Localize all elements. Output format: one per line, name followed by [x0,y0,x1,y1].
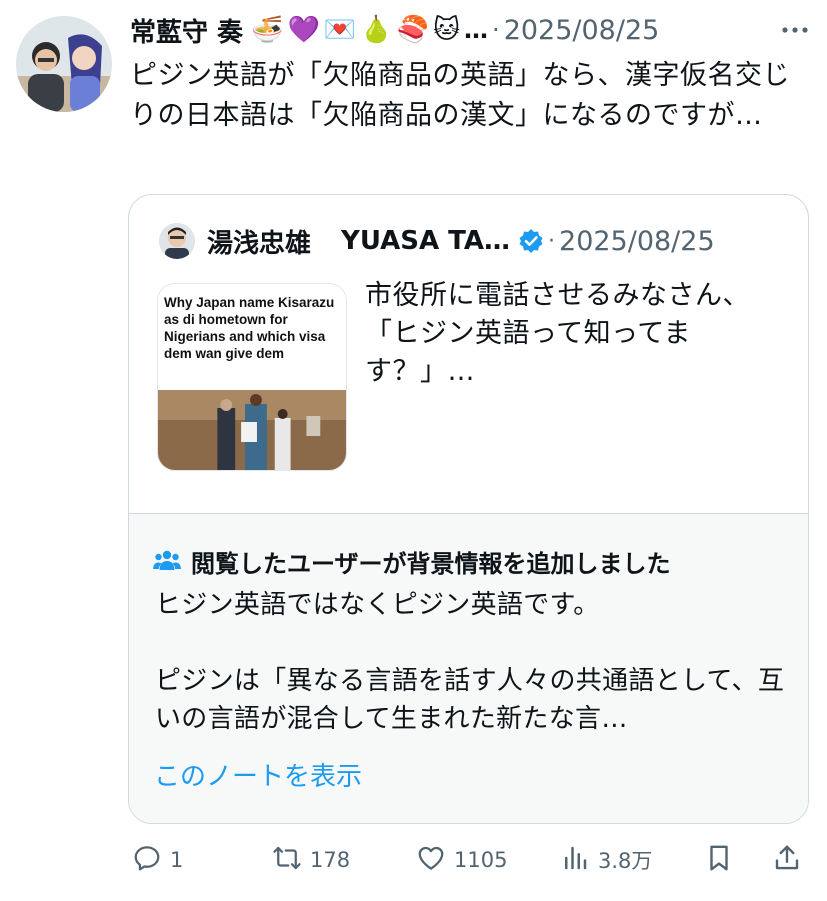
note-heading-text: 閲覧したユーザーが背景情報を追加しました [191,550,671,578]
quoted-author-name[interactable]: 湯浅忠雄 [207,223,311,260]
emoji-love-letter: 💌 [323,15,357,45]
action-bar: 1 178 1105 3.8万 [128,838,812,882]
media-photo [158,390,346,470]
bookmark-icon [704,843,734,877]
author-avatar[interactable] [16,16,112,112]
separator-dot: · [492,16,500,44]
post-header: 常藍守 奏 🍜 💜 💌 🍐 🍣 🐱 … · 2025/08/25 [130,10,813,50]
share-button[interactable] [772,838,802,882]
more-horizontal-icon[interactable] [777,12,813,48]
views-icon [560,843,590,877]
emoji-purple-heart: 💜 [287,15,320,45]
quoted-date[interactable]: 2025/08/25 [559,226,715,257]
quoted-separator-dot: · [548,228,556,254]
retweet-count: 178 [310,848,351,872]
heart-icon [416,843,446,877]
note-paragraph: ヒジン英語ではなくピジン英語です。 [155,590,600,620]
post-date[interactable]: 2025/08/25 [504,15,660,46]
quoted-header: 湯浅忠雄 YUASA TA… · 2025/08/25 [159,221,788,261]
reply-count: 1 [170,848,184,872]
verified-badge-icon [518,228,544,254]
emoji-sushi: 🍣 [396,15,429,45]
like-count: 1105 [454,848,508,872]
name-ellipsis: … [464,16,489,44]
author-name[interactable]: 常藍守 奏 [130,12,243,49]
reply-button[interactable]: 1 [132,838,183,882]
author-emojis: 🍜 💜 💌 🍐 🍣 🐱 [251,17,460,43]
views-button[interactable]: 3.8万 [560,838,652,882]
quoted-author-handle[interactable]: YUASA TA… [341,226,510,256]
note-paragraph: ピジンは「異なる言語を話す人々の共通語として、互いの言語が混合して生まれた新たな… [155,666,785,734]
emoji-pear: 🍐 [360,15,393,45]
emoji-cat: 🐱 [432,15,461,45]
people-icon [153,548,181,576]
quoted-post[interactable]: 湯浅忠雄 YUASA TA… · 2025/08/25 Why Japan na… [128,194,809,824]
like-button[interactable]: 1105 [416,838,507,882]
retweet-button[interactable]: 178 [272,838,350,882]
note-body: ヒジン英語ではなくピジン英語です。 ピジンは「異なる言語を話す人々の共通語として… [155,586,785,738]
media-caption: Why Japan name Kisarazu as di hometown f… [164,295,335,361]
note-heading: 閲覧したユーザーが背景情報を追加しました [153,544,671,579]
post-text: ピジン英語が「欠陥商品の英語」なら、漢字仮名交じりの日本語は「欠陥商品の漢文」に… [130,60,790,131]
emoji-ramen: 🍜 [251,15,284,45]
bookmark-button[interactable] [704,838,734,882]
quoted-text-line: 「ヒジン英語って知ってます？」… [365,318,691,387]
share-icon [772,843,802,877]
show-note-link[interactable]: このノートを表示 [154,756,362,793]
retweet-icon [272,843,302,877]
views-count: 3.8万 [598,849,653,873]
quoted-text-line: 市役所に電話させるみなさん、 [365,280,750,311]
quoted-author-avatar[interactable] [159,223,195,259]
quoted-media-thumbnail[interactable]: Why Japan name Kisarazu as di hometown f… [157,283,347,471]
quoted-text: 市役所に電話させるみなさん、 「ヒジン英語って知ってます？」… [365,277,765,391]
reply-icon [132,843,162,877]
